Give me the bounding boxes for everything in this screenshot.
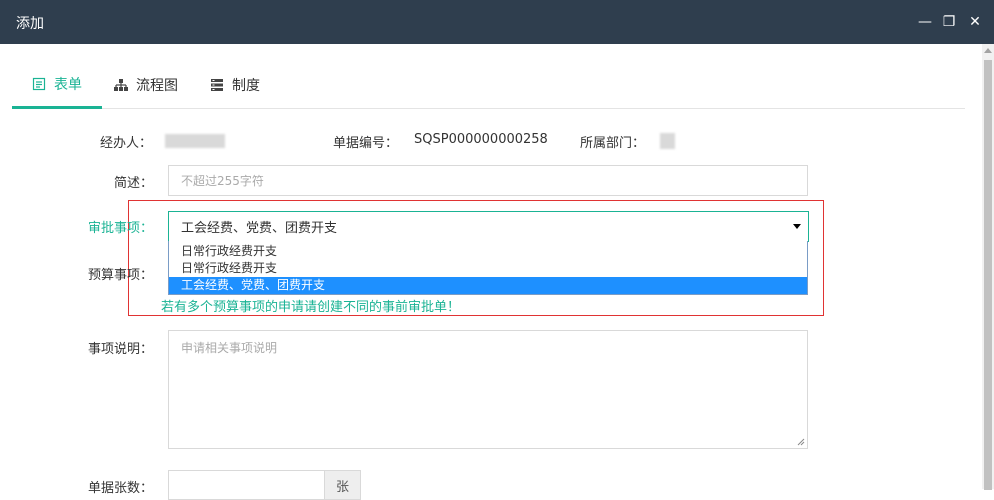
doc-no-label: 单据编号： [333,136,399,151]
tab-flowchart[interactable]: 流程图 [114,62,178,108]
budget-hint: 若有多个预算事项的申请请创建不同的事前审批单！ [161,300,461,315]
approval-selected-value: 工会经费、党费、团费开支 [181,221,338,236]
scroll-up-arrow-icon[interactable] [984,48,992,53]
tab-flowchart-label: 流程图 [136,78,178,94]
handler-value-redacted [165,134,225,148]
desc-placeholder: 申请相关事项说明 [181,341,278,355]
tab-regulation-label: 制度 [232,78,260,94]
count-unit: 张 [324,470,361,500]
flowchart-icon [114,79,128,91]
desc-label: 事项说明： [88,342,154,357]
handler-label: 经办人： [100,136,153,151]
tab-form[interactable]: 表单 [12,62,102,109]
summary-placeholder: 不超过255字符 [181,174,264,188]
minimize-button[interactable]: — [916,12,934,32]
approval-dropdown-list: 日常行政经费开支 日常行政经费开支 工会经费、党费、团费开支 [168,241,808,295]
tab-form-label: 表单 [54,77,82,93]
close-button[interactable]: ✕ [966,12,984,32]
count-input[interactable] [168,470,325,500]
budget-label: 预算事项： [88,268,154,283]
tab-bar: 表单 流程图 制度 [12,62,965,109]
summary-label: 简述： [114,176,154,191]
window-title: 添加 [16,16,44,32]
approval-select[interactable]: 工会经费、党费、团费开支 [168,211,809,242]
count-label: 单据张数： [88,481,154,496]
dept-value-redacted [660,133,675,149]
desc-textarea[interactable]: 申请相关事项说明 [168,330,808,449]
resize-handle-icon[interactable] [797,438,805,446]
doc-no-value: SQSP000000000258 [414,132,548,147]
count-unit-label: 张 [335,479,349,495]
vertical-scrollbar[interactable] [982,44,994,490]
tab-regulation[interactable]: 制度 [210,62,260,108]
dept-label: 所属部门： [580,136,646,151]
form-icon [32,77,46,91]
regulation-icon [211,79,223,91]
approval-label: 审批事项： [88,221,154,236]
dropdown-option[interactable]: 日常行政经费开支 [169,260,807,277]
summary-input[interactable]: 不超过255字符 [168,165,808,196]
maximize-button[interactable]: ❐ [940,12,958,32]
scrollbar-thumb[interactable] [984,60,992,490]
chevron-down-icon [793,224,801,229]
dropdown-option[interactable]: 日常行政经费开支 [169,243,807,260]
dropdown-option-selected[interactable]: 工会经费、党费、团费开支 [169,277,807,294]
window-titlebar: 添加 — ❐ ✕ [0,0,994,44]
